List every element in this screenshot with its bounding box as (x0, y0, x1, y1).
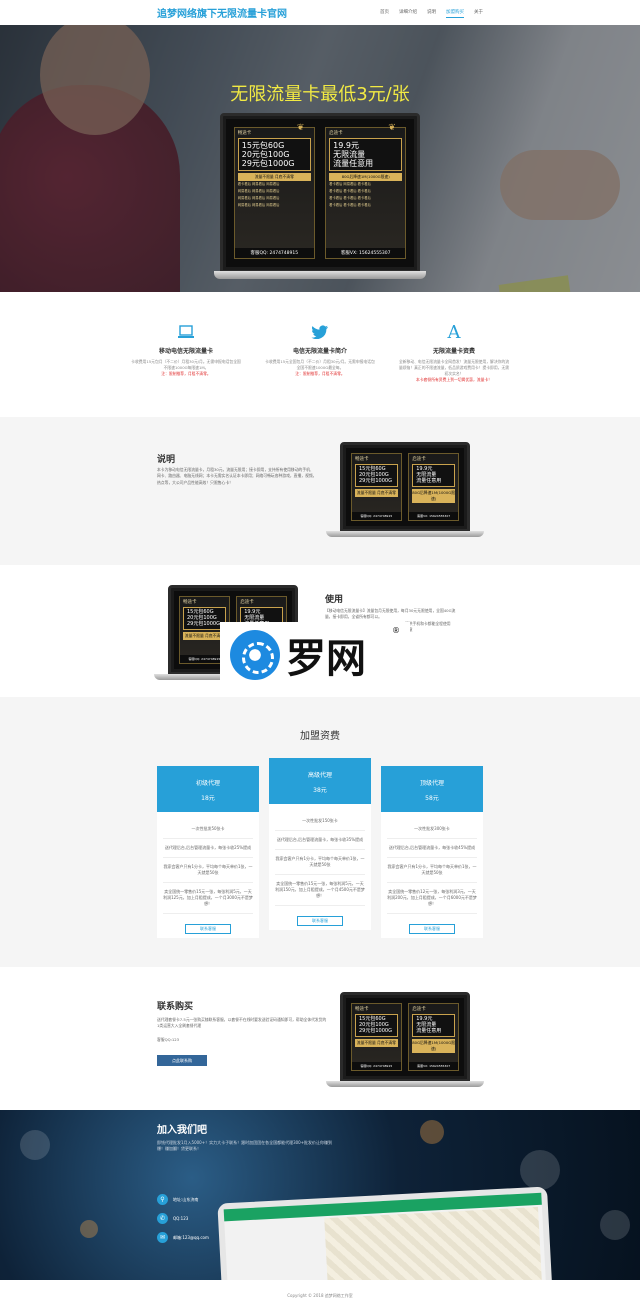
bow-icon: ❦ (388, 122, 396, 133)
nav-link-details[interactable]: 详细介绍 (399, 7, 417, 18)
laptop-icon (130, 322, 242, 342)
brand-title[interactable]: 追梦网络旗下无限流量卡官网 (157, 5, 287, 20)
nav-link-explain[interactable]: 说明 (427, 7, 436, 18)
letter-a-icon: A (447, 321, 461, 343)
card-right: ❦ 启途卡 19.9元 无限流量 流量任意用 80G后降速1M(1000G限速)… (325, 122, 407, 260)
feature-item: A 无限流量卡资费 全新移动、电信无限流量卡全网首发！流量无限使用，解决你的流量… (398, 321, 510, 382)
location-icon: ⚲ (157, 1194, 168, 1205)
contact-laptop: 畅途卡 15元包60G 20元包100G 29元包1000G 流量不限量 月底不清零 客服… (326, 992, 484, 1090)
hero-title: 无限流量卡最低3元/张 (230, 84, 410, 105)
plan-card-basic: 初级代理 18元 一次性批发50张卡 送代理后台,后台管理流量卡，每张卡收25%… (157, 766, 259, 938)
footer: Copyright © 2018 追梦网络工作室 (0, 1280, 640, 1312)
hero-banner: 无限流量卡最低3元/张 ad图像 ❦ 畅途卡 15元包60G 20元包100G … (0, 25, 640, 292)
feature-item: 电信无限流量卡简介 卡收费用15元全国包月（不二价）月租30元/月。无需申报电话… (264, 322, 376, 417)
join-email-row: ✉ 邮箱:123@qq.com (157, 1232, 209, 1243)
nav-link-about[interactable]: 关于 (474, 7, 483, 18)
plan-card-top: 顶级代理 58元 一次性批发300张卡 送代理后台,后台管理流量卡，每张卡收45… (381, 766, 483, 938)
phone-icon: ✆ (157, 1213, 168, 1224)
contact-text: 送代理套餐卡7.5元一张购买随联系客服，以套餐不在线时要发送验证码通知即可，帮助… (157, 1017, 327, 1029)
contact-service-button[interactable]: 联系客服 (185, 924, 231, 934)
hero-laptop: ❦ 畅途卡 15元包60G 20元包100G 29元包1000G 流量不限量 月… (214, 113, 426, 281)
page: 追梦网络旗下无限流量卡官网 首页 详细介绍 说明 加盟购买 关于 无限流量卡最低… (0, 0, 640, 1312)
nav-links: 首页 详细介绍 说明 加盟购买 关于 (380, 7, 483, 18)
feature-item: 移动电信无限流量卡 卡收费用15元包月（不二价）月租30元/月。无需申报电话包全… (130, 322, 242, 417)
contact-service-button[interactable]: 联系客服 (297, 916, 343, 926)
top-nav: 追梦网络旗下无限流量卡官网 首页 详细介绍 说明 加盟购买 关于 (0, 0, 640, 25)
usage-title: 使用 (325, 595, 344, 605)
features-section: 移动电信无限流量卡 卡收费用15元包月（不二价）月租30元/月。无需申报电话包全… (0, 292, 640, 417)
nav-link-home[interactable]: 首页 (380, 7, 389, 18)
join-qq-row: ✆ QQ:123 (157, 1213, 188, 1224)
explain-title: 说明 (157, 455, 176, 465)
watermark-icon (230, 630, 280, 680)
bow-icon: ❦ (296, 122, 305, 133)
contact-buy-button[interactable]: 点此联系购 (157, 1055, 207, 1066)
explain-text: 本卡为移动电信无限流量卡，月租30元，流量无限用；接卡即用，支持所有使用移动的手… (157, 467, 317, 485)
twitter-icon (264, 322, 376, 342)
explain-section: 说明 本卡为移动电信无限流量卡，月租30元，流量无限用；接卡即用，支持所有使用移… (0, 417, 640, 565)
nav-link-join-buy[interactable]: 加盟购买 (446, 7, 464, 18)
watermark-logo: 罗网 ® (220, 622, 410, 688)
join-section (0, 1110, 640, 1280)
explain-laptop: 畅途卡 15元包60G 20元包100G 29元包1000G 流量不限量 月底不清零 客服… (326, 442, 484, 540)
pricing-section: 加盟资费 初级代理 18元 一次性批发50张卡 送代理后台,后台管理流量卡，每张… (0, 697, 640, 967)
join-title: 加入我们吧 (157, 1125, 207, 1136)
plan-card-advanced: 高级代理 38元 一次性批发150张卡 送代理后台,后台管理流量卡，每张卡收35… (269, 758, 371, 930)
tablet-map-image (217, 1186, 553, 1280)
contact-service-button[interactable]: 联系客服 (409, 924, 455, 934)
contact-section: 联系购买 送代理套餐卡7.5元一张购买随联系客服，以套餐不在线时要发送验证码通知… (0, 967, 640, 1110)
pricing-title: 加盟资费 (300, 731, 340, 742)
copyright-text: Copyright © 2018 追梦网络工作室 (287, 1293, 353, 1298)
join-address-row: ⚲ 地址:山东济南 (157, 1194, 198, 1205)
contact-title: 联系购买 (157, 1002, 194, 1012)
join-text: 即钱代理批发1月入5000+！实力大卡子联系！跟时加团团在各全国都能代理300+… (157, 1140, 333, 1152)
card-left: ❦ 畅途卡 15元包60G 20元包100G 29元包1000G 流量不限量 月… (233, 122, 315, 260)
mail-icon: ✉ (157, 1232, 168, 1243)
contact-qq: 客服QQ:123 (157, 1037, 180, 1042)
